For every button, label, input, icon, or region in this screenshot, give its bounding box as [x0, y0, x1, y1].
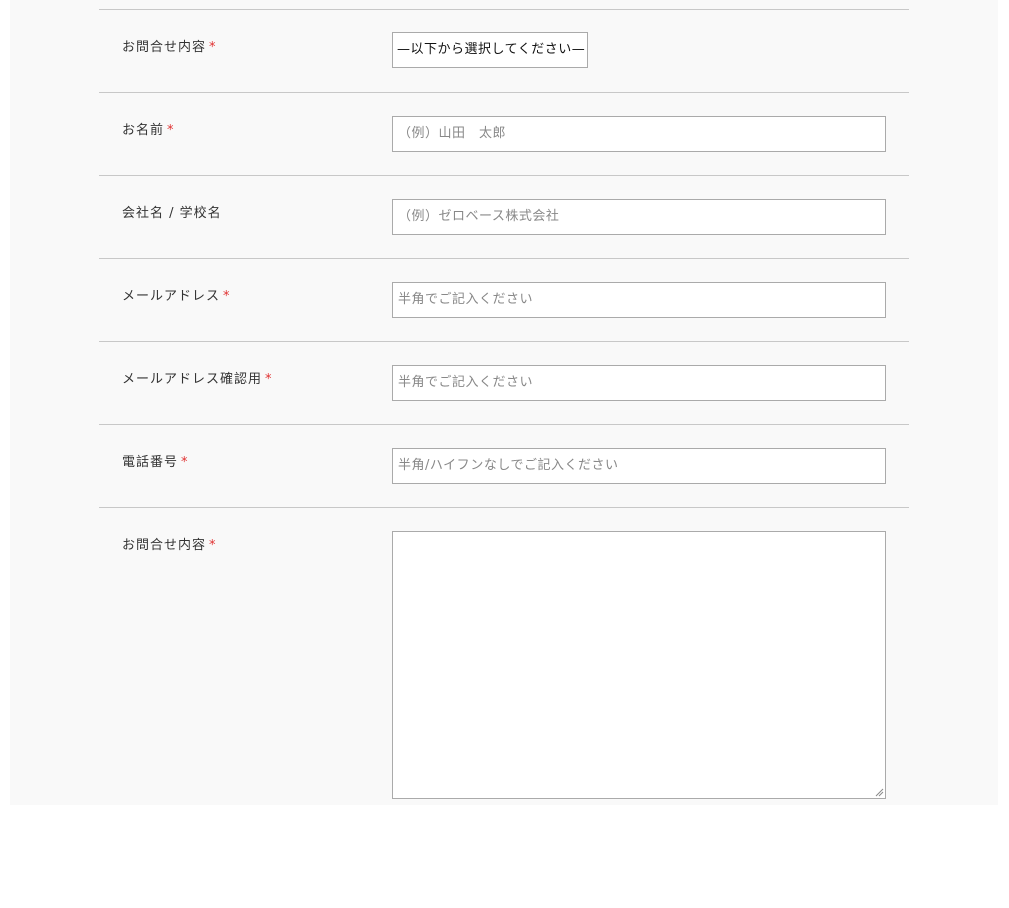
required-mark: *	[209, 538, 217, 553]
email-confirm-label: メールアドレス確認用 *	[122, 372, 273, 387]
required-mark: *	[181, 455, 189, 470]
message-textarea[interactable]	[392, 531, 886, 799]
company-input[interactable]: （例）ゼロベース株式会社	[392, 199, 886, 235]
form-row-inquiry-type: お問合せ内容 * —以下から選択してください—	[99, 9, 909, 92]
name-input[interactable]: （例）山田 太郎	[392, 116, 886, 152]
form-row-email-confirm: メールアドレス確認用 * 半角でご記入ください	[99, 341, 909, 424]
inquiry-type-label: お問合せ内容 *	[122, 40, 217, 55]
required-mark: *	[209, 40, 217, 55]
inquiry-type-select[interactable]: —以下から選択してください—	[392, 32, 588, 68]
resize-handle-icon[interactable]	[874, 787, 884, 797]
required-mark: *	[223, 289, 231, 304]
company-label: 会社名 / 学校名	[122, 206, 222, 221]
message-label: お問合せ内容 *	[122, 538, 217, 553]
email-confirm-input[interactable]: 半角でご記入ください	[392, 365, 886, 401]
form-row-company: 会社名 / 学校名 （例）ゼロベース株式会社	[99, 175, 909, 258]
required-mark: *	[167, 123, 175, 138]
form-row-name: お名前 * （例）山田 太郎	[99, 92, 909, 175]
contact-form: お問合せ内容 * —以下から選択してください— お名前 * （例）山田 太郎 会社名…	[99, 9, 909, 908]
phone-label: 電話番号 *	[122, 455, 189, 470]
form-row-phone: 電話番号 * 半角/ハイフンなしでご記入ください	[99, 424, 909, 507]
email-label: メールアドレス *	[122, 289, 231, 304]
email-input[interactable]: 半角でご記入ください	[392, 282, 886, 318]
form-row-email: メールアドレス * 半角でご記入ください	[99, 258, 909, 341]
phone-input[interactable]: 半角/ハイフンなしでご記入ください	[392, 448, 886, 484]
name-label: お名前 *	[122, 123, 175, 138]
form-row-message: お問合せ内容 *	[99, 507, 909, 908]
required-mark: *	[265, 372, 273, 387]
